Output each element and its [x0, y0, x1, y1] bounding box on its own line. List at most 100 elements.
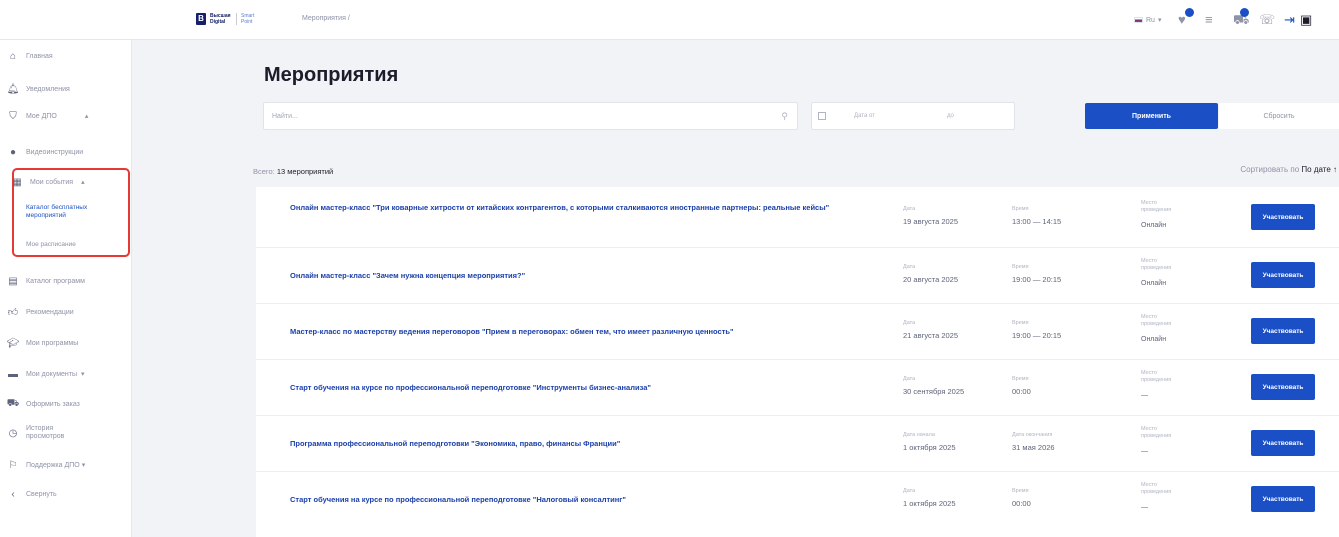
participate-button[interactable]: Участвовать — [1251, 204, 1315, 230]
logo-text: Высшая Digital — [210, 13, 231, 25]
event-date-label: Дата — [903, 264, 916, 270]
chat-button[interactable]: ☏ — [1259, 12, 1275, 28]
event-time-label: Дата окончания — [1012, 432, 1053, 438]
participate-button[interactable]: Участвовать — [1251, 486, 1315, 512]
menu-button[interactable]: ≡ — [1205, 12, 1213, 28]
cart-icon: ⛟ — [6, 397, 20, 409]
event-date-label: Дата — [903, 376, 916, 382]
top-bar: B Высшая Digital Smart Point Мероприятия… — [0, 0, 1339, 40]
event-place: Онлайн — [1141, 336, 1167, 343]
sidebar-item-order[interactable]: ⛟ Оформить заказ — [0, 398, 132, 410]
menu-icon: ≡ — [1205, 12, 1213, 27]
event-place: — — [1141, 392, 1148, 399]
home-icon: ⌂ — [9, 50, 17, 62]
sidebar-item-home[interactable]: ⌂ Главная — [0, 50, 132, 62]
collapse-icon: ‹ — [11, 488, 15, 500]
chevron-down-icon: ▾ — [81, 462, 86, 469]
event-date: 1 октября 2025 — [903, 443, 956, 452]
event-time-label: Время — [1012, 488, 1029, 494]
list-item: Мастер-класс по мастерству ведения перег… — [256, 304, 1339, 360]
event-place-label: Место проведения — [1141, 426, 1172, 439]
event-title[interactable]: Старт обучения на курсе по профессиональ… — [290, 383, 880, 393]
event-date: 19 августа 2025 — [903, 217, 959, 226]
search-placeholder: Найти... — [272, 113, 298, 120]
sidebar-item-my-programs[interactable]: 🎓︎ Мои программы — [0, 337, 132, 349]
event-place-label: Место проведения — [1141, 314, 1172, 327]
participate-button[interactable]: Участвовать — [1251, 374, 1315, 400]
event-date-label: Дата — [903, 206, 916, 212]
event-place: — — [1141, 448, 1148, 455]
cart-button[interactable]: ⛟ — [1233, 8, 1249, 28]
event-time-label: Время — [1012, 264, 1029, 270]
logo[interactable]: B Высшая Digital Smart Point — [196, 13, 257, 25]
participate-button[interactable]: Участвовать — [1251, 262, 1315, 288]
chevron-up-icon: ▴ — [81, 179, 85, 186]
sidebar-item-my-dpo[interactable]: ⛉ Мое ДПО ▴ — [0, 110, 132, 122]
date-from-field[interactable]: Дата от — [854, 113, 875, 119]
list-item: Старт обучения на курсе по профессиональ… — [256, 360, 1339, 416]
event-date: 21 августа 2025 — [903, 331, 959, 340]
favorites-button[interactable]: ♥ — [1178, 8, 1194, 28]
event-time: 31 мая 2026 — [1012, 443, 1055, 452]
logout-button[interactable]: ⇥ — [1284, 12, 1295, 28]
sidebar-item-history[interactable]: ◷ История просмотров — [0, 425, 132, 441]
sidebar-item-video[interactable]: ● Видеоинструкции — [0, 146, 132, 158]
flag-ru-icon — [1134, 17, 1143, 23]
list-item: Старт обучения на курсе по профессиональ… — [256, 472, 1339, 528]
sidebar-item-support[interactable]: ⚐ Поддержка ДПО ▾ — [0, 459, 132, 471]
event-date: 30 сентября 2025 — [903, 387, 965, 396]
list-item: Онлайн мастер-класс "Зачем нужна концепц… — [256, 248, 1339, 304]
event-time-label: Время — [1012, 376, 1029, 382]
event-time-label: Время — [1012, 206, 1029, 212]
apply-button[interactable]: Применить — [1085, 103, 1218, 129]
sidebar-item-recommendations[interactable]: 👍︎ Рекомендации — [0, 306, 132, 318]
events-list: Онлайн мастер-класс "Три коварные хитрос… — [256, 187, 1339, 537]
event-place-label: Место проведения — [1141, 482, 1172, 495]
search-icon: ⚲ — [781, 111, 788, 121]
participate-button[interactable]: Участвовать — [1251, 430, 1315, 456]
date-to-field[interactable]: до — [947, 113, 954, 119]
event-date-label: Дата — [903, 488, 916, 494]
sidebar-item-my-documents[interactable]: ▬ Мои документы ▾ — [0, 368, 132, 380]
event-title[interactable]: Старт обучения на курсе по профессиональ… — [290, 495, 880, 505]
event-date-label: Дата начала — [903, 432, 935, 438]
reset-button[interactable]: Сбросить — [1219, 103, 1339, 129]
user-icon: ▣ — [1300, 12, 1313, 27]
event-title[interactable]: Онлайн мастер-класс "Зачем нужна концепц… — [290, 271, 880, 281]
event-title[interactable]: Программа профессиональной переподготовк… — [290, 439, 880, 449]
calendar-icon — [818, 112, 826, 120]
logout-icon: ⇥ — [1284, 12, 1295, 27]
sidebar-item-my-events[interactable]: ▦ Мои события ▴ — [0, 176, 132, 188]
logo-divider — [236, 13, 237, 25]
event-time: 19:00 — 20:15 — [1012, 275, 1062, 284]
sidebar: ⌂ Главная 🔔︎ Уведомления ⛉ Мое ДПО ▴ ● В… — [0, 40, 132, 537]
event-date: 1 октября 2025 — [903, 499, 956, 508]
chevron-down-icon: ▾ — [81, 371, 85, 378]
sort-control[interactable]: Сортировать по По дате ↑ — [1240, 165, 1337, 174]
sidebar-sub-free-catalog[interactable]: Каталог бесплатных мероприятий — [26, 204, 116, 220]
profile-button[interactable]: ▣ — [1300, 12, 1312, 28]
participate-button[interactable]: Участвовать — [1251, 318, 1315, 344]
list-item: Программа профессиональной переподготовк… — [256, 416, 1339, 472]
event-title[interactable]: Онлайн мастер-класс "Три коварные хитрос… — [290, 203, 880, 213]
sidebar-item-catalog[interactable]: ▤ Каталог программ — [0, 275, 132, 287]
breadcrumb[interactable]: Мероприятия / — [302, 15, 350, 22]
education-icon: ⛉ — [9, 110, 17, 122]
chevron-down-icon: ▾ — [1157, 17, 1162, 24]
event-time: 13:00 — 14:15 — [1012, 217, 1062, 226]
event-title[interactable]: Мастер-класс по мастерству ведения перег… — [290, 327, 910, 337]
logo-text-secondary: Smart Point — [241, 13, 255, 25]
event-time: 00:00 — [1012, 387, 1031, 396]
logo-mark-icon: B — [196, 13, 206, 25]
event-place: Онлайн — [1141, 280, 1167, 287]
sidebar-collapse[interactable]: ‹ Свернуть — [0, 488, 132, 500]
page-title: Мероприятия — [264, 64, 399, 86]
event-date-label: Дата — [903, 320, 916, 326]
sidebar-sub-schedule[interactable]: Мое расписание — [26, 241, 76, 249]
language-switcher[interactable]: Ru ▾ — [1134, 16, 1161, 24]
date-range-input[interactable]: Дата от до — [811, 102, 1015, 130]
sidebar-item-notifications[interactable]: 🔔︎ Уведомления — [0, 83, 132, 95]
folder-icon: ▬ — [8, 368, 18, 380]
event-place-label: Место проведения — [1141, 200, 1172, 213]
search-input[interactable]: Найти... ⚲ — [263, 102, 798, 130]
